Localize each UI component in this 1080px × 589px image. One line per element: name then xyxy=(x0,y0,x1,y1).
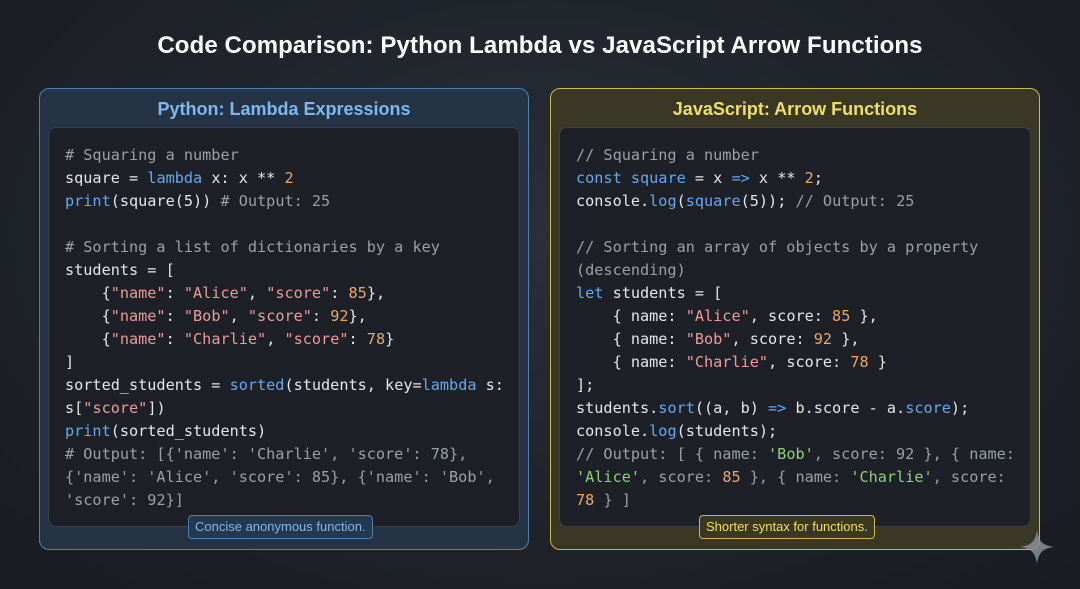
code-line: let students = [ xyxy=(576,284,723,302)
python-panel: Python: Lambda Expressions # Squaring a … xyxy=(39,88,529,550)
code-line: (descending) xyxy=(576,261,686,279)
code-line: students.sort((a, b) => b.score - a.scor… xyxy=(576,399,970,417)
code-line: {'name': 'Alice', 'score': 85}, {'name':… xyxy=(65,468,495,486)
code-line: // Output: [ { name: 'Bob', score: 92 },… xyxy=(576,445,1015,463)
code-line: ]; xyxy=(576,376,595,394)
python-code-block: # Squaring a number square = lambda x: x… xyxy=(48,127,520,527)
code-line: console.log(students); xyxy=(576,422,778,440)
javascript-code-block: // Squaring a number const square = x =>… xyxy=(559,127,1031,527)
code-line: {"name": "Alice", "score": 85}, xyxy=(65,284,386,302)
code-line: print(sorted_students) xyxy=(65,422,267,440)
code-line: # Output: [{'name': 'Charlie', 'score': … xyxy=(65,445,468,463)
code-line: 'Alice', score: 85 }, { name: 'Charlie',… xyxy=(576,468,1006,486)
code-line: s["score"]) xyxy=(65,399,166,417)
code-line: { name: "Charlie", score: 78 } xyxy=(576,353,887,371)
javascript-panel: JavaScript: Arrow Functions // Squaring … xyxy=(550,88,1040,550)
javascript-caption: Shorter syntax for functions. xyxy=(699,515,875,539)
python-heading: Python: Lambda Expressions xyxy=(157,99,411,119)
code-line: sorted_students = sorted(students, key=l… xyxy=(65,376,504,394)
code-line: 'score': 92}] xyxy=(65,491,184,509)
page-title: Code Comparison: Python Lambda vs JavaSc… xyxy=(157,32,923,59)
python-caption: Concise anonymous function. xyxy=(188,515,373,539)
code-line: // Squaring a number xyxy=(576,146,759,164)
code-line: ] xyxy=(65,353,75,371)
code-line: { name: "Alice", score: 85 }, xyxy=(576,307,878,325)
code-line: {"name": "Bob", "score": 92}, xyxy=(65,307,367,325)
code-line: # Squaring a number xyxy=(65,146,239,164)
code-line: # Sorting a list of dictionaries by a ke… xyxy=(65,238,440,256)
code-line: print(square(5)) # Output: 25 xyxy=(65,192,331,210)
javascript-heading: JavaScript: Arrow Functions xyxy=(672,99,918,119)
code-line: { name: "Bob", score: 92 }, xyxy=(576,330,860,348)
javascript-code: // Squaring a number const square = x =>… xyxy=(576,144,1030,512)
code-line: console.log(square(5)); // Output: 25 xyxy=(576,192,915,210)
code-line: 78 } ] xyxy=(576,491,631,509)
code-line: // Sorting an array of objects by a prop… xyxy=(576,238,979,256)
code-line: {"name": "Charlie", "score": 78} xyxy=(65,330,395,348)
code-line: students = [ xyxy=(65,261,175,279)
sparkle-icon xyxy=(1019,529,1055,565)
code-line: const square = x => x ** 2; xyxy=(576,169,823,187)
code-line: square = lambda x: x ** 2 xyxy=(65,169,294,187)
python-code: # Squaring a number square = lambda x: x… xyxy=(65,144,519,512)
